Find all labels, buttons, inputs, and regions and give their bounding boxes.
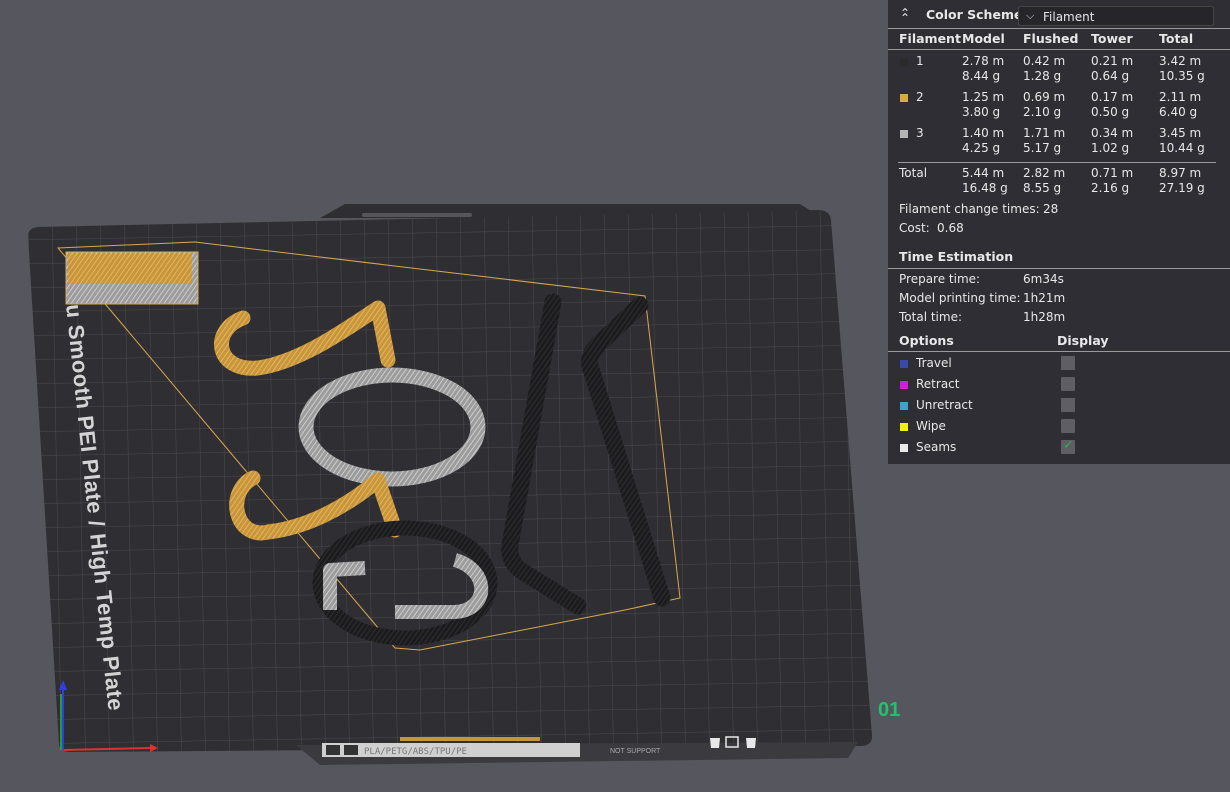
total-weight: 10.35 g — [1159, 69, 1205, 83]
model-length: 1.25 m — [962, 90, 1005, 104]
plate-number[interactable]: 01 — [878, 699, 900, 721]
prepare-time-label: Prepare time: — [899, 272, 981, 286]
flushed-length: 1.71 m — [1023, 126, 1066, 140]
filament-color-swatch — [900, 130, 908, 138]
filament-color-swatch — [900, 94, 908, 102]
total-weight: 10.44 g — [1159, 141, 1205, 155]
total-flushed-m: 2.82 m — [1023, 166, 1066, 180]
plate-not-support-label: NOT SUPPORT — [610, 748, 661, 755]
total-label: Total — [899, 166, 928, 180]
tower-length: 0.17 m — [1091, 90, 1134, 104]
prepare-time-value: 6m34s — [1023, 272, 1064, 286]
option-label: Wipe — [916, 419, 946, 433]
trash-icon[interactable] — [710, 738, 720, 748]
checkmark-icon: ✓ — [1063, 438, 1074, 453]
option-display-checkbox[interactable] — [1061, 356, 1075, 370]
option-row-unretract: Unretract — [888, 398, 1230, 416]
col-filament: Filament — [899, 31, 961, 46]
model-weight: 8.44 g — [962, 69, 1001, 83]
option-row-seams: Seams ✓ — [888, 438, 1230, 458]
total-model-m: 5.44 m — [962, 166, 1005, 180]
flushed-weight: 5.17 g — [1023, 141, 1062, 155]
plate-filament-types: PLA/PETG/ABS/TPU/PE — [364, 747, 467, 757]
filament-change-value: 28 — [1043, 202, 1059, 216]
option-row-wipe: Wipe — [888, 419, 1230, 437]
color-scheme-label: Color Scheme — [926, 7, 1023, 22]
total-length: 2.11 m — [1159, 90, 1202, 104]
option-color-swatch — [900, 402, 908, 410]
tower-length: 0.34 m — [1091, 126, 1134, 140]
model-weight: 4.25 g — [962, 141, 1001, 155]
slice-info-panel: ⌃ ⌃ Color Scheme ⌵ Filament Filament Mod… — [888, 0, 1230, 464]
chevron-down-icon: ⌵ — [1026, 9, 1035, 22]
flushed-weight: 2.10 g — [1023, 105, 1062, 119]
display-title: Display — [1057, 333, 1109, 348]
col-model: Model — [962, 31, 1005, 46]
color-scheme-dropdown[interactable]: ⌵ Filament — [1018, 6, 1214, 26]
model-length: 1.40 m — [962, 126, 1005, 140]
col-flushed: Flushed — [1023, 31, 1079, 46]
tower-weight: 1.02 g — [1091, 141, 1130, 155]
filament-id: 1 — [916, 54, 924, 68]
option-label: Travel — [916, 356, 952, 370]
color-scheme-selected: Filament — [1043, 10, 1095, 24]
filament-id: 2 — [916, 90, 924, 104]
option-label: Unretract — [916, 398, 973, 412]
total-weight: 6.40 g — [1159, 105, 1198, 119]
col-tower: Tower — [1091, 31, 1133, 46]
model-printing-time-label: Model printing time: — [899, 291, 1021, 305]
flushed-weight: 1.28 g — [1023, 69, 1062, 83]
option-color-swatch — [900, 360, 908, 368]
total-length: 3.42 m — [1159, 54, 1202, 68]
total-tower-g: 2.16 g — [1091, 181, 1130, 195]
model-weight: 3.80 g — [962, 105, 1001, 119]
col-total: Total — [1159, 31, 1194, 46]
option-display-checkbox[interactable] — [1061, 419, 1075, 433]
tower-length: 0.21 m — [1091, 54, 1134, 68]
plate-tab-slot — [362, 213, 472, 217]
options-title: Options — [899, 333, 954, 348]
prime-tower[interactable] — [65, 251, 199, 305]
flushed-length: 0.42 m — [1023, 54, 1066, 68]
filament-color-swatch — [900, 58, 908, 66]
filament-id: 3 — [916, 126, 924, 140]
total-length: 3.45 m — [1159, 126, 1202, 140]
total-total-g: 27.19 g — [1159, 181, 1205, 195]
tower-weight: 0.50 g — [1091, 105, 1130, 119]
total-time-label: Total time: — [899, 310, 962, 324]
filament-table-header: Filament Model Flushed Tower Total — [888, 31, 1230, 49]
time-estimation-title: Time Estimation — [899, 249, 1014, 264]
model-length: 2.78 m — [962, 54, 1005, 68]
option-color-swatch — [900, 423, 908, 431]
option-row-travel: Travel — [888, 356, 1230, 374]
filament-change-label: Filament change times: — [899, 202, 1040, 216]
cost-value: 0.68 — [937, 221, 964, 235]
total-flushed-g: 8.55 g — [1023, 181, 1062, 195]
option-color-swatch — [900, 444, 908, 452]
trash-icon-2[interactable] — [746, 738, 756, 748]
cost-label: Cost: — [899, 221, 930, 235]
total-tower-m: 0.71 m — [1091, 166, 1134, 180]
option-display-checkbox[interactable]: ✓ — [1061, 438, 1075, 454]
total-total-m: 8.97 m — [1159, 166, 1202, 180]
tower-weight: 0.64 g — [1091, 69, 1130, 83]
option-display-checkbox[interactable] — [1061, 398, 1075, 412]
model-printing-time-value: 1h21m — [1023, 291, 1066, 305]
collapse-chevron-icon-2: ⌃ — [900, 11, 911, 25]
option-display-checkbox[interactable] — [1061, 377, 1075, 391]
option-color-swatch — [900, 381, 908, 389]
option-label: Seams — [916, 440, 957, 454]
total-time-value: 1h28m — [1023, 310, 1066, 324]
option-label: Retract — [916, 377, 960, 391]
flushed-length: 0.69 m — [1023, 90, 1066, 104]
option-row-retract: Retract — [888, 377, 1230, 395]
total-model-g: 16.48 g — [962, 181, 1008, 195]
